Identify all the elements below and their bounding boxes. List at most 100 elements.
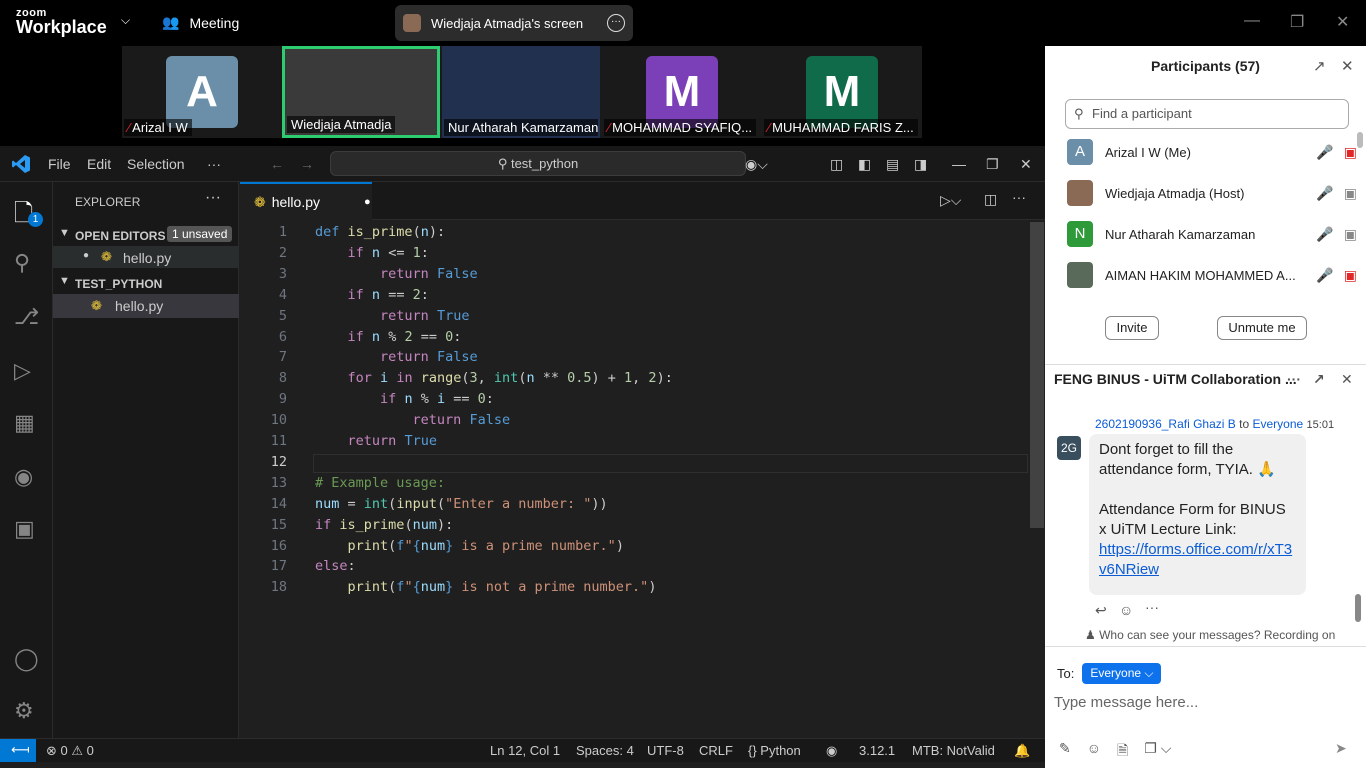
folder-section[interactable]: ▼ TEST_PYTHON [53,272,239,294]
code-line[interactable]: return False [315,349,478,365]
menu-selection[interactable]: Selection [127,156,185,172]
unsaved-dot-icon[interactable]: ● [364,196,371,208]
code-line[interactable]: if n % 2 == 0: [315,329,462,345]
message-more-icon[interactable]: ··· [1145,599,1159,615]
forward-arrow-icon[interactable]: → [300,156,314,172]
privacy-notice[interactable]: ♟ Who can see your messages? Recording o… [1085,628,1335,642]
video-tile[interactable]: M ∕ MUHAMMAD FARIS Z... [762,46,920,138]
recipient-dropdown[interactable]: Everyone ⌵ [1082,663,1162,684]
mic-icon[interactable]: 🎤 [1316,226,1333,243]
code-line[interactable]: print(f"{num} is a prime number.") [315,538,624,554]
vscode-maximize-icon[interactable]: ❐ [986,156,999,173]
camera-icon[interactable]: ▣ [1344,185,1357,202]
scrollbar[interactable] [1030,222,1044,528]
code-line[interactable]: return False [315,412,511,428]
gear-icon[interactable]: ⚙ [14,698,40,724]
video-tile[interactable]: Nur Atharah Kamarzaman [442,46,600,138]
robot-icon[interactable]: ▣ [14,516,40,542]
python-version[interactable]: 3.12.1 [859,743,895,758]
code-line[interactable]: else: [315,558,356,574]
recipient-name[interactable]: Everyone [1252,417,1303,431]
restore-icon[interactable]: ❐ [1290,12,1304,32]
reply-icon[interactable]: ↩ [1095,602,1107,619]
extensions-icon[interactable]: ▦ [14,410,40,436]
find-participant-input[interactable]: ⚲ Find a participant [1065,99,1349,129]
account-icon[interactable]: ◯ [14,646,40,672]
code-line[interactable]: return False [315,266,478,282]
screen-share-indicator[interactable]: Wiedjaja Atmadja's screen ··· [395,5,633,41]
mic-icon[interactable]: 🎤 [1316,185,1333,202]
zoom-logo[interactable]: zoom Workplace [16,8,107,37]
minimize-icon[interactable]: — [1244,12,1260,30]
pop-out-icon[interactable]: ↗ [1313,57,1326,75]
participant-row[interactable]: A Arizal I W (Me) 🎤 ▣ [1067,132,1357,172]
close-icon[interactable]: ✕ [1336,12,1349,32]
chat-message-input[interactable]: Type message here... [1054,694,1198,711]
code-line[interactable]: num = int(input("Enter a number: ")) [315,496,608,512]
command-search-box[interactable]: ⚲ test_python [330,151,746,176]
vscode-close-icon[interactable]: ✕ [1020,156,1032,173]
search-icon[interactable]: ⚲ [14,250,40,276]
open-editor-item[interactable]: ● ❁ hello.py [53,246,239,268]
toggle-secondary-sidebar-icon[interactable]: ◨ [914,156,927,173]
emoji-icon[interactable]: ☺ [1087,740,1101,764]
editor-more-icon[interactable]: ··· [1012,189,1026,205]
chevron-down-icon[interactable]: ⌵ [121,13,130,28]
sender-name[interactable]: 2602190936_Rafi Ghazi B [1095,417,1236,431]
back-arrow-icon[interactable]: ← [270,156,284,172]
code-line[interactable]: return True [315,433,437,449]
mtb-status[interactable]: MTB: NotValid [912,743,995,758]
format-icon[interactable]: ✎ [1059,740,1071,764]
open-editors-section[interactable]: ▼ OPEN EDITORS 1 unsaved [53,224,239,246]
mic-icon[interactable]: 🎤 [1316,267,1333,284]
file-tree-item[interactable]: ❁ hello.py [53,294,239,318]
code-line[interactable]: if n <= 1: [315,245,429,261]
meeting-button[interactable]: 👥 Meeting [162,14,239,31]
file-icon[interactable]: 🗎 [1117,740,1128,764]
encoding-status[interactable]: UTF-8 [647,743,684,758]
camera-icon[interactable]: ▣ [1344,226,1357,243]
layout-icon[interactable]: ◫ [830,156,843,173]
source-control-icon[interactable]: ⎇ [14,304,40,330]
close-icon[interactable]: ✕ [1341,365,1353,393]
screenshot-icon[interactable]: ❐ ⌵ [1144,740,1171,764]
menu-more[interactable]: ··· [207,156,221,172]
invite-button[interactable]: Invite [1105,316,1159,340]
camera-icon[interactable]: ▣ [1344,144,1357,161]
code-line[interactable]: if is_prime(num): [315,517,453,533]
explorer-more-icon[interactable]: ··· [205,189,221,207]
vscode-minimize-icon[interactable]: — [952,156,966,172]
menu-file[interactable]: File [48,156,71,172]
remote-button[interactable]: ⟻ [0,739,36,762]
code-line[interactable]: print(f"{num} is not a prime number.") [315,579,657,595]
code-line[interactable]: if n == 2: [315,287,429,303]
tab-hello-py[interactable]: ❁ hello.py ● [240,182,372,220]
bell-icon[interactable]: 🔔 [1014,743,1030,759]
participant-row[interactable]: AIMAN HAKIM MOHAMMED A... 🎤 ▣ [1067,255,1357,295]
chat-more-icon[interactable]: ··· [1287,365,1301,393]
code-line[interactable] [313,453,1028,473]
toggle-sidebar-icon[interactable]: ◧ [858,156,871,173]
code-line[interactable]: def is_prime(n): [315,224,445,240]
mic-icon[interactable]: 🎤 [1316,144,1333,161]
pop-out-icon[interactable]: ↗ [1313,365,1325,393]
participant-row[interactable]: N Nur Atharah Kamarzaman 🎤 ▣ [1067,214,1357,254]
participant-scrollbar[interactable] [1357,132,1363,148]
code-line[interactable]: # Example usage: [315,475,445,491]
run-icon[interactable]: ▷⌵ [940,192,961,209]
eol-status[interactable]: CRLF [699,743,733,758]
copilot-icon[interactable]: ◉⌵ [745,156,768,173]
chat-scrollbar[interactable] [1355,594,1361,622]
video-tile[interactable]: Wiedjaja Atmadja [282,46,440,138]
close-icon[interactable]: ✕ [1341,57,1354,75]
problems-status[interactable]: ⊗ 0 ⚠ 0 [46,743,94,759]
toggle-panel-icon[interactable]: ▤ [886,156,899,173]
indentation-status[interactable]: Spaces: 4 [576,743,634,758]
unmute-button[interactable]: Unmute me [1217,316,1307,340]
split-editor-icon[interactable]: ◫ [984,191,997,208]
camera-icon[interactable]: ▣ [1344,267,1357,284]
attendance-link[interactable]: https://forms.office.com/r/xT3v6NRiew [1099,541,1292,578]
copilot-status-icon[interactable]: ◉ [826,743,837,759]
language-status[interactable]: {} Python [748,743,801,758]
code-line[interactable]: for i in range(3, int(n ** 0.5) + 1, 2): [315,370,673,386]
